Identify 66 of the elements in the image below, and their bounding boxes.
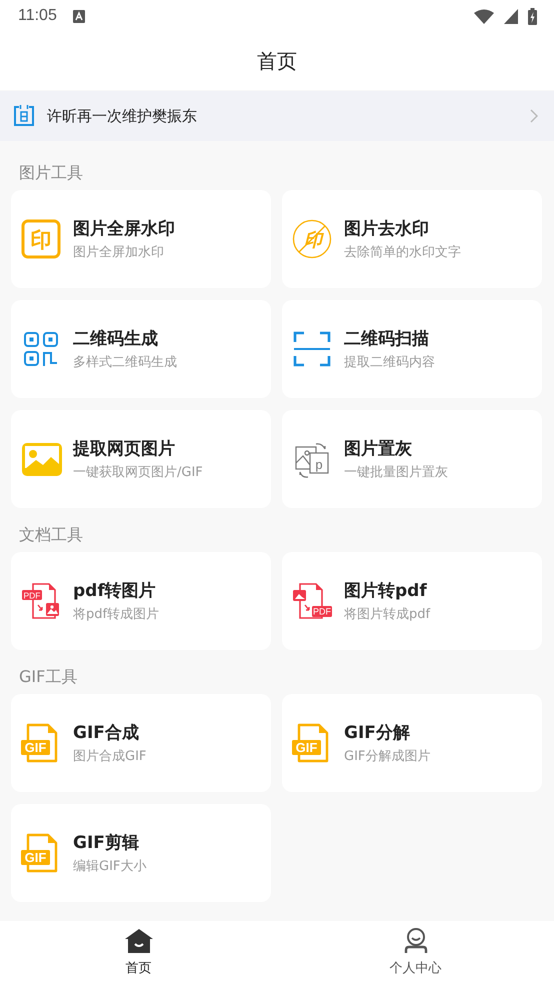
tool-card[interactable]: GIF GIF分解 GIF分解成图片 (282, 694, 542, 792)
pdf-to-image-icon (22, 583, 59, 619)
chevron-right-icon (530, 109, 538, 123)
tool-title: GIF分解 (344, 722, 411, 744)
tool-title: GIF合成 (73, 722, 140, 744)
tool-card[interactable]: GIF GIF剪辑 编辑GIF大小 (11, 804, 271, 902)
section-title: 图片工具 (19, 163, 83, 184)
tool-title: 二维码生成 (73, 328, 159, 350)
tool-subtitle: 编辑GIF大小 (73, 858, 146, 875)
tool-subtitle: 将图片转成pdf (344, 606, 430, 623)
page-title: 首页 (257, 48, 297, 74)
icon-label: PDF (24, 590, 40, 600)
stamp-icon (22, 220, 60, 258)
icon-label: GIF (24, 740, 46, 755)
tool-card[interactable]: PDF pdf转图片 将pdf转成图片 (11, 552, 271, 650)
qr-code-icon (24, 332, 58, 366)
nav-tab[interactable]: 首页 (0, 921, 277, 984)
tool-title: 图片去水印 (344, 218, 430, 240)
image-to-pdf-icon (293, 583, 332, 619)
signal-icon (504, 8, 518, 24)
user-icon (404, 928, 428, 954)
nav-tab[interactable]: 个人中心 (277, 921, 554, 984)
icon-label: GIF (296, 740, 318, 755)
tool-title: 图片转pdf (344, 580, 428, 602)
tool-card[interactable]: 印 图片全屏水印 图片全屏加水印 (11, 190, 271, 288)
section-title: GIF工具 (19, 667, 78, 688)
battery-icon (528, 8, 537, 24)
tool-subtitle: 将pdf转成图片 (73, 606, 160, 623)
tool-subtitle: 一键获取网页图片/GIF (73, 464, 203, 481)
tool-card[interactable]: p 图片置灰 一键批量图片置灰 (282, 410, 542, 508)
icon-label: 印 (30, 229, 52, 252)
tool-card[interactable]: PDF 图片转pdf 将图片转成pdf (282, 552, 542, 650)
image-convert-icon (295, 443, 329, 478)
icon-label: GIF (24, 850, 46, 865)
tool-subtitle: 一键批量图片置灰 (344, 464, 448, 481)
gif-file-icon (21, 834, 58, 872)
tool-title: 图片置灰 (344, 438, 413, 460)
tool-title: 图片全屏水印 (73, 218, 175, 240)
icon-label: PDF (313, 606, 331, 616)
gif-file-icon (21, 724, 58, 762)
tool-title: pdf转图片 (73, 580, 157, 602)
tool-card[interactable]: GIF GIF合成 图片合成GIF (11, 694, 271, 792)
tool-title: 提取网页图片 (73, 438, 176, 460)
section-title: 文档工具 (19, 525, 83, 546)
tool-title: 二维码扫描 (344, 328, 430, 350)
calendar-icon (13, 105, 35, 127)
tool-subtitle: 提取二维码内容 (344, 354, 435, 371)
notice-bar[interactable]: 许昕再一次维护樊振东 (0, 91, 554, 141)
tool-subtitle: GIF分解成图片 (344, 748, 430, 765)
notification-icon (72, 10, 85, 22)
gif-file-icon (292, 724, 328, 762)
notice-text: 许昕再一次维护樊振东 (47, 106, 198, 126)
status-time: 11:05 (18, 7, 57, 25)
image-icon (22, 443, 62, 476)
tool-subtitle: 图片合成GIF (73, 748, 146, 765)
tool-card[interactable]: 二维码生成 多样式二维码生成 (11, 300, 271, 398)
tool-card[interactable]: 提取网页图片 一键获取网页图片/GIF (11, 410, 271, 508)
wifi-icon (474, 8, 494, 24)
tool-card[interactable]: 二维码扫描 提取二维码内容 (282, 300, 542, 398)
icon-label: p (315, 457, 323, 472)
tool-subtitle: 去除简单的水印文字 (344, 244, 461, 261)
home-icon (124, 928, 154, 954)
tool-subtitle: 图片全屏加水印 (73, 244, 165, 261)
scan-icon (294, 332, 330, 366)
tool-title: GIF剪辑 (73, 832, 140, 854)
tool-subtitle: 多样式二维码生成 (73, 354, 177, 371)
